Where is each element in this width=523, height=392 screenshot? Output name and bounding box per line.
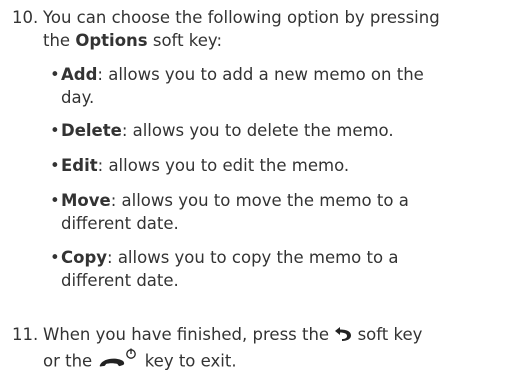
list-item: •Copy: allows you to copy the memo to a … — [50, 246, 520, 292]
step-text: key to exit. — [139, 351, 237, 371]
list-item: •Add: allows you to add a new memo on th… — [50, 63, 520, 109]
step-text: When you have finished, press the — [43, 325, 335, 344]
bullet-term: Add — [61, 65, 98, 84]
step-text: You can choose the following option by p… — [43, 8, 440, 27]
step-text: or the — [43, 351, 98, 371]
bullet-term: Edit — [61, 156, 98, 175]
list-item: •Edit: allows you to edit the memo. — [50, 154, 520, 177]
bullet-icon: • — [50, 121, 60, 140]
bullet-text: different date. — [61, 271, 179, 290]
bullet-term: Delete — [61, 121, 122, 140]
list-item: •Delete: allows you to delete the memo. — [50, 119, 520, 142]
step-number: 10. — [12, 8, 39, 27]
bullet-icon: • — [50, 248, 60, 267]
step-text: the — [43, 31, 76, 50]
bullet-text: : allows you to copy the memo to a — [107, 248, 399, 267]
bullet-text: : allows you to edit the memo. — [97, 156, 350, 175]
bullet-text: : allows you to add a new memo on the — [97, 65, 424, 84]
options-label: Options — [75, 31, 148, 50]
bullet-icon: • — [50, 191, 60, 210]
step-number: 11. — [12, 325, 39, 344]
step-10: 10. You can choose the following option b… — [12, 6, 517, 52]
step-11: 11. When you have finished, press the sof… — [12, 323, 517, 377]
bullet-text: : allows you to delete the memo. — [121, 121, 394, 140]
bullet-icon: • — [50, 156, 60, 175]
manual-page: 10. You can choose the following option b… — [0, 0, 523, 392]
bullet-text: : allows you to move the memo to a — [110, 191, 409, 210]
back-arrow-icon — [334, 324, 352, 347]
end-call-power-icon — [97, 347, 139, 377]
bullet-icon: • — [50, 65, 60, 84]
bullet-text: day. — [61, 88, 95, 107]
step-text: soft key: — [147, 31, 223, 50]
step-text: soft key — [352, 325, 423, 344]
list-item: •Move: allows you to move the memo to a … — [50, 189, 520, 235]
bullet-term: Move — [61, 191, 111, 210]
bullet-term: Copy — [61, 248, 108, 267]
bullet-text: different date. — [61, 214, 179, 233]
